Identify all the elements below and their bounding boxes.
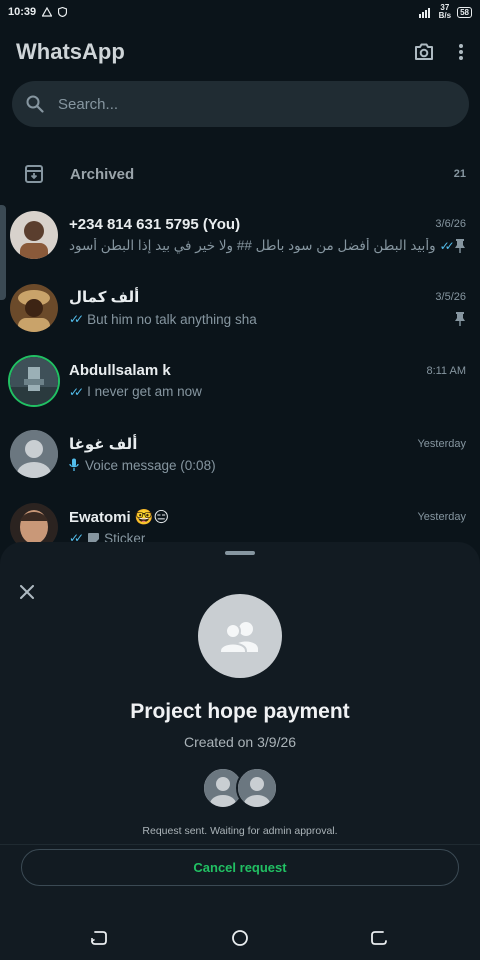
network-speed-unit: B/s: [438, 11, 452, 20]
app-title: WhatsApp: [16, 39, 125, 64]
search-icon: [26, 95, 44, 113]
message-text: وأبيد البطن أفضل من سود باطل ## ولا خير …: [69, 237, 436, 253]
chat-list: +234 814 631 5795 (You) 3/6/26 ✓✓ وأبيد …: [0, 198, 480, 563]
chat-preview: ✓✓ But him no talk anything sha: [69, 312, 257, 327]
read-receipt-icon: ✓✓: [69, 384, 84, 399]
cancel-request-button[interactable]: Cancel request: [21, 849, 459, 886]
chat-time: 3/6/26: [435, 218, 466, 230]
chat-time: 3/5/26: [435, 291, 466, 303]
warning-icon: [42, 7, 53, 17]
member-avatars: [202, 767, 280, 809]
recents-icon[interactable]: [370, 929, 388, 947]
message-text: I never get am now: [87, 384, 202, 399]
search-bar[interactable]: [12, 81, 469, 127]
archived-label: Archived: [70, 165, 135, 183]
group-name: Project hope payment: [130, 700, 350, 723]
search-input[interactable]: [56, 94, 420, 114]
sheet-drag-handle[interactable]: [225, 551, 255, 555]
back-icon[interactable]: [90, 929, 108, 947]
member-avatar: [236, 767, 278, 809]
status-right: 37 B/s 58: [418, 4, 472, 20]
chat-item[interactable]: +234 814 631 5795 (You) 3/6/26 ✓✓ وأبيد …: [0, 198, 480, 271]
avatar[interactable]: [10, 210, 58, 259]
avatar[interactable]: [10, 283, 58, 332]
avatar[interactable]: [10, 429, 58, 478]
microphone-icon: [69, 458, 79, 471]
more-options-icon[interactable]: [458, 43, 464, 61]
archive-icon: [25, 165, 43, 183]
group-icon: [219, 622, 258, 653]
close-button[interactable]: [17, 582, 37, 602]
message-text: Voice message (0:08): [85, 457, 216, 473]
chat-preview: Voice message (0:08): [69, 458, 216, 473]
pin-icon: [455, 238, 465, 253]
archived-count: 21: [453, 168, 466, 180]
group-created-date: Created on 3/9/26: [183, 734, 297, 750]
status-left: 10:39: [8, 6, 68, 18]
shield-icon: [58, 7, 68, 17]
signal-icon: [418, 7, 430, 18]
camera-icon[interactable]: [414, 43, 434, 61]
request-status-text: Request sent. Waiting for admin approval…: [142, 825, 338, 837]
archived-row[interactable]: Archived 21: [0, 150, 480, 198]
chat-name: Ewatomi 🤓😑: [69, 508, 170, 526]
system-nav-bar: [0, 912, 480, 960]
network-speed: 37 B/s: [439, 4, 451, 20]
avatar[interactable]: [10, 356, 58, 405]
chat-item[interactable]: ألف كمال 3/5/26 ✓✓ But him no talk anyth…: [0, 271, 480, 344]
group-invite-sheet: Project hope payment Created on 3/9/26 R…: [0, 542, 480, 960]
clock: 10:39: [8, 6, 37, 18]
chat-preview: ✓✓ I never get am now: [69, 384, 202, 399]
read-receipt-icon: ✓✓: [439, 238, 454, 253]
chat-name: +234 814 631 5795 (You): [69, 215, 241, 233]
close-icon: [20, 585, 34, 599]
group-avatar: [198, 594, 282, 678]
status-bar: 10:39 37 B/s 58: [0, 0, 480, 24]
chat-time: 8:11 AM: [426, 364, 466, 377]
chat-item[interactable]: ألف غوغا Yesterday Voice message (0:08): [0, 417, 480, 490]
divider: [0, 844, 480, 845]
chat-preview: ✓✓ وأبيد البطن أفضل من سود باطل ## ولا خ…: [69, 238, 454, 254]
chat-time: Yesterday: [417, 437, 466, 450]
chat-time: Yesterday: [417, 510, 466, 523]
chat-name: ألف كمال: [69, 289, 140, 306]
pin-icon: [455, 312, 465, 326]
chat-name: ألف غوغا: [69, 435, 138, 453]
app-header: WhatsApp: [0, 24, 480, 80]
message-text: But him no talk anything sha: [87, 311, 257, 327]
chat-item[interactable]: Abdullsalam k 8:11 AM ✓✓ I never get am …: [0, 344, 480, 417]
home-icon[interactable]: [231, 929, 249, 947]
header-actions: [414, 43, 464, 61]
chat-name: Abdullsalam k: [69, 362, 171, 379]
read-receipt-icon: ✓✓: [69, 312, 84, 326]
battery-indicator: 58: [457, 6, 472, 18]
